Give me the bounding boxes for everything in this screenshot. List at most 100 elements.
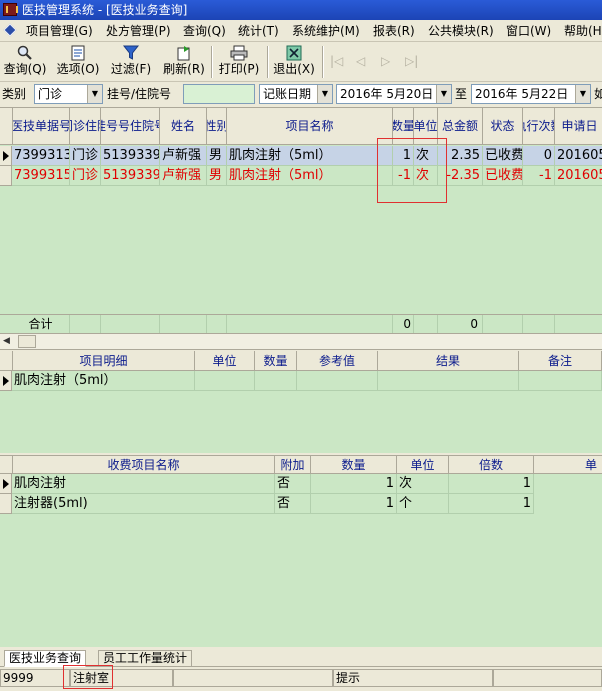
header-item-detail[interactable]: 项目明细 [13, 351, 195, 371]
chevron-down-icon[interactable]: ▼ [317, 85, 332, 103]
cell-name[interactable]: 卢新强 [160, 166, 207, 186]
first-record-icon[interactable]: |◁ [330, 54, 343, 68]
cell-reg-no[interactable]: 5139339 [101, 146, 160, 166]
cell-reference[interactable] [297, 371, 378, 391]
menu-prescription[interactable]: 处方管理(P) [106, 23, 171, 39]
cell-exec-count[interactable]: -1 [523, 166, 555, 186]
print-button[interactable]: 打印(P) [216, 45, 262, 81]
cell-multiple[interactable]: 1 [449, 474, 534, 494]
header-result[interactable]: 结果 [378, 351, 519, 371]
annotation-highlight [377, 138, 447, 203]
row-indicator[interactable] [0, 166, 12, 186]
menu-help[interactable]: 帮助(H) [564, 23, 602, 39]
total-spacer [160, 315, 207, 333]
next-record-icon[interactable]: ▷ [381, 54, 390, 68]
chevron-down-icon[interactable]: ▼ [87, 85, 102, 103]
cell-quantity[interactable]: 1 [311, 494, 397, 514]
printer-icon [230, 45, 248, 61]
header-reference[interactable]: 参考值 [297, 351, 378, 371]
header-type[interactable]: 门诊住院 [70, 108, 101, 145]
header-status[interactable]: 状态 [483, 108, 523, 145]
cell-doc-no[interactable]: 7399315 [12, 166, 70, 186]
header-doc-no[interactable]: 医技单据号 [13, 108, 70, 145]
cell-apply-date[interactable]: 201605 [555, 166, 602, 186]
horizontal-scrollbar[interactable]: ◀ [0, 333, 602, 350]
header-unit[interactable]: 单位 [195, 351, 255, 371]
cell-item-detail[interactable]: 肌肉注射（5ml） [12, 371, 195, 391]
row-indicator[interactable] [0, 146, 12, 166]
cell-quantity[interactable] [255, 371, 297, 391]
header-corner [0, 108, 13, 145]
cell-doc-no[interactable]: 7399313 [12, 146, 70, 166]
cell-status[interactable]: 已收费 [483, 146, 523, 166]
cell-gender[interactable]: 男 [207, 166, 227, 186]
header-reg-no[interactable]: 挂号号住院号 [101, 108, 160, 145]
cell-unit[interactable]: 个 [397, 494, 449, 514]
cell-multiple[interactable]: 1 [449, 494, 534, 514]
total-spacer [70, 315, 101, 333]
cell-extra[interactable]: 否 [275, 494, 311, 514]
cell-exec-count[interactable]: 0 [523, 146, 555, 166]
cell-status[interactable]: 已收费 [483, 166, 523, 186]
to-label: 至 [455, 87, 468, 101]
cell-result[interactable] [378, 371, 519, 391]
cell-unit[interactable] [195, 371, 255, 391]
scroll-thumb[interactable] [18, 335, 36, 348]
prev-record-icon[interactable]: ◁ [356, 54, 365, 68]
row-indicator[interactable] [0, 474, 12, 494]
row-indicator[interactable] [0, 494, 12, 514]
cell-type[interactable]: 门诊 [70, 166, 101, 186]
cell-apply-date[interactable]: 201605 [555, 146, 602, 166]
cell-fee-item[interactable]: 肌肉注射 [12, 474, 275, 494]
cell-reg-no[interactable]: 5139339 [101, 166, 160, 186]
header-item-name[interactable]: 项目名称 [227, 108, 393, 145]
title-bar: 医技管理系统 - [医技业务查询] [0, 0, 602, 20]
last-record-icon[interactable]: ▷| [405, 54, 418, 68]
cell-name[interactable]: 卢新强 [160, 146, 207, 166]
menu-report[interactable]: 报表(R) [373, 23, 415, 39]
row-indicator[interactable] [0, 371, 12, 391]
header-unit-price[interactable]: 单 [534, 456, 602, 474]
header-fee-item[interactable]: 收费项目名称 [13, 456, 275, 474]
menu-window[interactable]: 窗口(W) [506, 23, 551, 39]
cell-extra[interactable]: 否 [275, 474, 311, 494]
cell-unit[interactable]: 次 [397, 474, 449, 494]
menu-query[interactable]: 查询(Q) [183, 23, 226, 39]
header-corner [0, 456, 13, 474]
chevron-down-icon[interactable]: ▼ [575, 85, 590, 103]
cell-item-name[interactable]: 肌肉注射（5ml） [227, 166, 393, 186]
header-quantity[interactable]: 数量 [311, 456, 397, 474]
menu-project[interactable]: 项目管理(G) [26, 23, 93, 39]
category-select[interactable]: 门诊 ▼ [34, 84, 103, 104]
header-gender[interactable]: 性别 [207, 108, 227, 145]
exit-button[interactable]: 退出(X) [271, 45, 317, 81]
header-extra[interactable]: 附加 [275, 456, 311, 474]
scroll-left-icon[interactable]: ◀ [3, 336, 10, 346]
date-type-select[interactable]: 记账日期 ▼ [259, 84, 333, 104]
menu-stats[interactable]: 统计(T) [238, 23, 279, 39]
query-button[interactable]: 查询(Q) [3, 45, 47, 81]
chevron-down-icon[interactable]: ▼ [436, 85, 451, 103]
menu-public[interactable]: 公共模块(R) [428, 23, 494, 39]
header-multiple[interactable]: 倍数 [449, 456, 534, 474]
toolbar-separator [322, 46, 324, 78]
cell-remark[interactable] [519, 371, 602, 391]
date-to-picker[interactable]: 2016年 5月22日 ▼ [471, 84, 591, 104]
header-unit[interactable]: 单位 [397, 456, 449, 474]
date-from-picker[interactable]: 2016年 5月20日 ▼ [336, 84, 452, 104]
header-apply-date[interactable]: 申请日 [555, 108, 602, 145]
cell-gender[interactable]: 男 [207, 146, 227, 166]
header-remark[interactable]: 备注 [519, 351, 602, 371]
filter-button[interactable]: 过滤(F) [108, 45, 154, 81]
menu-system[interactable]: 系统维护(M) [292, 23, 360, 39]
header-name[interactable]: 姓名 [160, 108, 207, 145]
refresh-button[interactable]: 刷新(R) [161, 45, 207, 81]
header-quantity[interactable]: 数量 [255, 351, 297, 371]
cell-fee-item[interactable]: 注射器(5ml) [12, 494, 275, 514]
options-button[interactable]: 选项(O) [54, 45, 102, 81]
cell-type[interactable]: 门诊 [70, 146, 101, 166]
cell-item-name[interactable]: 肌肉注射（5ml） [227, 146, 393, 166]
reg-number-input[interactable] [183, 84, 255, 104]
header-exec-count[interactable]: 执行次数 [523, 108, 555, 145]
cell-quantity[interactable]: 1 [311, 474, 397, 494]
